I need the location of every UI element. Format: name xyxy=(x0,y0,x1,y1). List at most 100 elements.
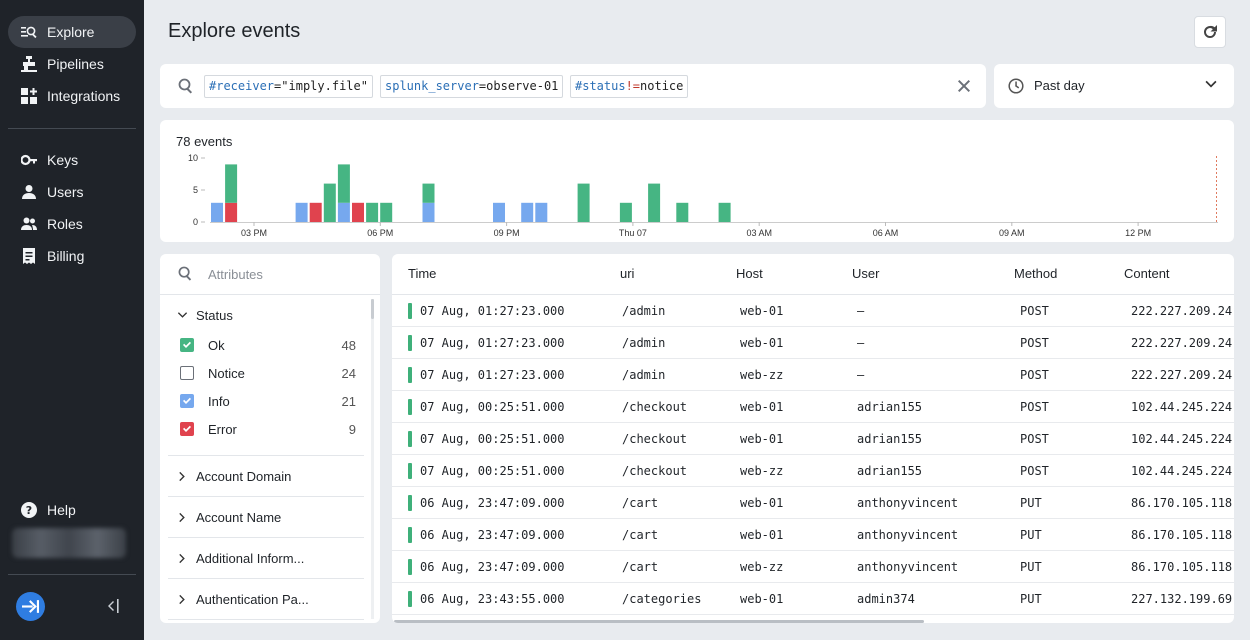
svg-text:?: ? xyxy=(26,504,32,517)
table-row[interactable]: 07 Aug, 00:25:51.000/checkout web-zz adria… xyxy=(392,455,1234,487)
cell-time: 07 Aug, 01:27:23.000 xyxy=(420,368,565,382)
column-header-host[interactable]: Host xyxy=(736,266,763,281)
table-row[interactable]: 06 Aug, 23:47:09.000/cart web-01 anthonyvi… xyxy=(392,519,1234,551)
cell-uri: /checkout xyxy=(622,432,688,446)
table-row[interactable]: 06 Aug, 23:47:09.000/cart web-01 anthonyvi… xyxy=(392,487,1234,519)
sidebar-item-pipelines[interactable]: Pipelines xyxy=(8,48,136,80)
filter-chip[interactable]: #status!=notice xyxy=(570,75,689,98)
histogram-bar-ok[interactable] xyxy=(337,164,350,203)
histogram-bar-info[interactable] xyxy=(211,202,223,222)
histogram-bar-ok[interactable] xyxy=(648,183,661,222)
histogram-bar-ok[interactable] xyxy=(225,164,238,203)
clear-search-button[interactable] xyxy=(956,78,972,94)
cell-content: 102.44.245.224 xyxy=(1131,432,1233,446)
cell-user: adrian155 xyxy=(857,432,923,446)
cell-user: – xyxy=(857,368,865,382)
cell-content: 102.44.245.224 xyxy=(1131,400,1233,414)
table-row[interactable]: 07 Aug, 01:27:23.000/admin web-01 – POST 222… xyxy=(392,327,1234,359)
check-icon xyxy=(183,397,191,404)
x-tick-label: 03 PM xyxy=(241,228,267,238)
status-filter-notice[interactable]: Notice 24 xyxy=(180,362,356,384)
scrollbar[interactable] xyxy=(371,299,374,319)
histogram-bar-ok[interactable] xyxy=(676,202,689,222)
histogram-bar-ok[interactable] xyxy=(323,183,336,222)
y-tick-label: 10 xyxy=(188,153,198,163)
filter-chip[interactable]: #receiver="imply.file" xyxy=(204,75,373,98)
status-filter-info[interactable]: Info 21 xyxy=(180,390,356,412)
column-header-time[interactable]: Time xyxy=(408,266,436,281)
status-filter-ok[interactable]: Ok 48 xyxy=(180,334,356,356)
histogram-bar-info[interactable] xyxy=(295,202,308,222)
table-row[interactable]: 07 Aug, 00:25:51.000/checkout web-01 adria… xyxy=(392,391,1234,423)
sidebar-item-billing[interactable]: Billing xyxy=(8,240,136,272)
sidebar-item-integrations[interactable]: Integrations xyxy=(8,80,136,112)
histogram-bar-info[interactable] xyxy=(337,202,350,222)
checkbox-checked[interactable] xyxy=(180,422,194,436)
refresh-button[interactable] xyxy=(1194,16,1226,48)
status-filter-error[interactable]: Error 9 xyxy=(180,418,356,440)
x-tick-label: 09 PM xyxy=(494,228,520,238)
cell-content: 227.132.199.69 xyxy=(1131,592,1233,606)
cell-host: web-zz xyxy=(740,368,784,382)
column-header-method[interactable]: Method xyxy=(1014,266,1057,281)
x-tick-label: Thu 07 xyxy=(619,228,647,238)
histogram-bar-ok[interactable] xyxy=(366,202,379,222)
table-row[interactable]: 06 Aug, 23:47:09.000/cart web-zz anthonyvi… xyxy=(392,551,1234,583)
sidebar-item-keys[interactable]: Keys xyxy=(8,144,136,176)
column-header-user[interactable]: User xyxy=(852,266,879,281)
horizontal-scrollbar[interactable] xyxy=(394,620,924,623)
cell-uri: /admin xyxy=(622,368,666,382)
pipelines-icon xyxy=(20,55,38,73)
histogram-bar-ok[interactable] xyxy=(380,202,393,222)
cell-host: web-01 xyxy=(740,304,784,318)
cell-method: PUT xyxy=(1020,496,1042,510)
x-tick-label: 06 PM xyxy=(367,228,393,238)
column-header-uri[interactable]: uri xyxy=(620,266,634,281)
logout-button[interactable] xyxy=(16,592,45,621)
attributes-panel: Attributes Status Ok 48 Notice 24 Info 2… xyxy=(160,254,380,623)
sidebar-item-users[interactable]: Users xyxy=(8,176,136,208)
histogram-bar-error[interactable] xyxy=(309,202,322,222)
sidebar-item-help[interactable]: ? Help xyxy=(8,494,136,526)
histogram-chart[interactable]: 0 5 10 03 PM 06 PM 09 PM Thu 07 03 AM 06 AM 09 AM… xyxy=(160,120,1234,242)
histogram-bar-error[interactable] xyxy=(352,202,364,222)
table-row[interactable]: 07 Aug, 00:25:51.000/checkout web-01 adria… xyxy=(392,423,1234,455)
column-header-content[interactable]: Content xyxy=(1124,266,1170,281)
table-row[interactable]: 07 Aug, 01:27:23.000/admin web-01 – POST 222… xyxy=(392,295,1234,327)
integrations-icon xyxy=(20,87,38,105)
cell-content: 86.170.105.118 xyxy=(1131,560,1233,574)
search-icon xyxy=(178,78,194,94)
histogram-bar-info[interactable] xyxy=(521,202,534,222)
user-account[interactable] xyxy=(12,528,126,558)
checkbox-checked[interactable] xyxy=(180,394,194,408)
attributes-search-input[interactable]: Attributes xyxy=(208,267,263,282)
histogram-bar-ok[interactable] xyxy=(619,202,632,222)
checkbox-checked[interactable] xyxy=(180,338,194,352)
group-account-name[interactable]: Account Name xyxy=(168,497,364,537)
status-indicator xyxy=(408,367,412,383)
chevron-right-icon xyxy=(168,594,196,605)
histogram-bar-ok[interactable] xyxy=(577,183,590,222)
histogram-bar-ok[interactable] xyxy=(718,202,731,222)
group-status[interactable]: Status xyxy=(168,295,364,335)
checkbox-unchecked[interactable] xyxy=(180,366,194,380)
sidebar-item-roles[interactable]: Roles xyxy=(8,208,136,240)
search-bar[interactable]: #receiver="imply.file" splunk_server=obs… xyxy=(160,64,986,108)
time-range-select[interactable]: Past day xyxy=(994,64,1234,108)
cell-user: adrian155 xyxy=(857,400,923,414)
histogram-bar-error[interactable] xyxy=(225,202,238,222)
table-row[interactable]: 07 Aug, 01:27:23.000/admin web-zz – POST 222… xyxy=(392,359,1234,391)
group-additional-information[interactable]: Additional Inform... xyxy=(168,538,364,578)
histogram-bar-ok[interactable] xyxy=(422,183,435,203)
group-authentication-package[interactable]: Authentication Pa... xyxy=(168,579,364,619)
histogram-bar-info[interactable] xyxy=(535,202,548,222)
histogram-bar-info[interactable] xyxy=(422,202,435,222)
table-row[interactable]: 06 Aug, 23:43:55.000/categories web-01 adm… xyxy=(392,583,1234,615)
cell-uri: /cart xyxy=(622,560,659,574)
sidebar-item-explore[interactable]: Explore xyxy=(8,16,136,48)
filter-chip[interactable]: splunk_server=observe-01 xyxy=(380,75,564,98)
collapse-sidebar-button[interactable] xyxy=(106,597,120,615)
group-account-domain[interactable]: Account Domain xyxy=(168,456,364,496)
histogram-bar-info[interactable] xyxy=(493,202,505,222)
cell-user: adrian155 xyxy=(857,464,923,478)
